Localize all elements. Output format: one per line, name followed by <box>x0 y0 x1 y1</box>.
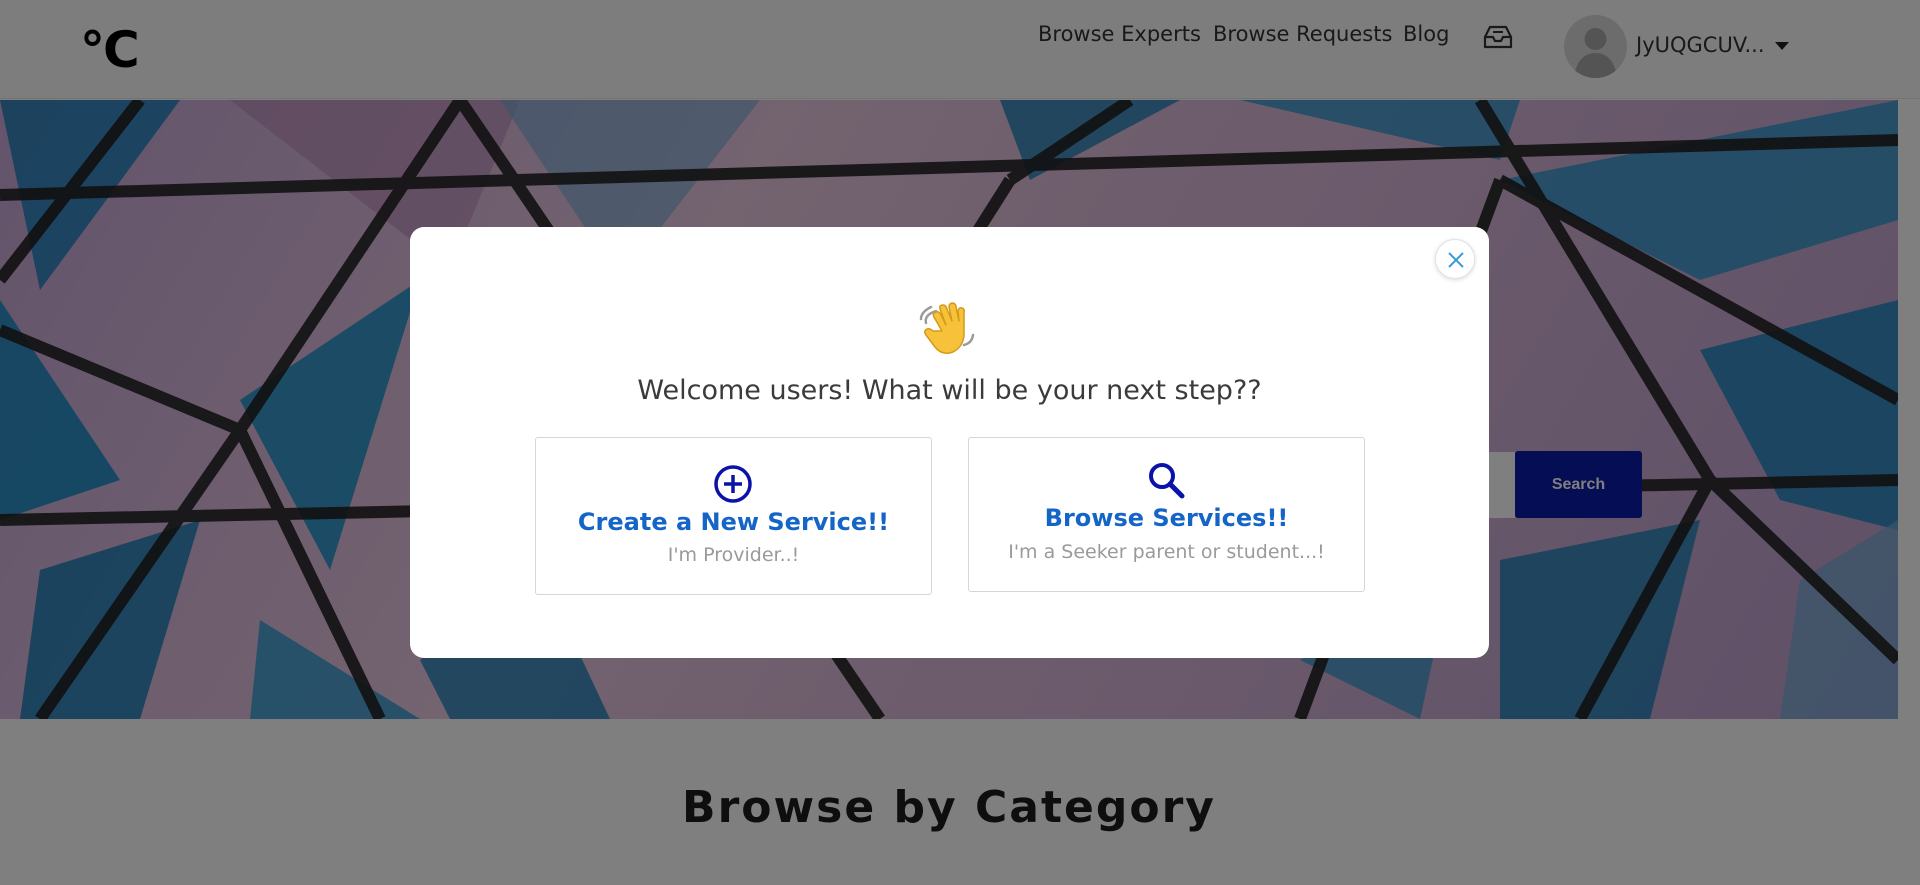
create-service-option[interactable]: Create a New Service!! I'm Provider..! <box>535 437 932 595</box>
browse-services-subtitle: I'm a Seeker parent or student...! <box>1008 541 1325 563</box>
modal-close-button[interactable] <box>1435 239 1475 279</box>
welcome-modal: Welcome users! What will be your next st… <box>410 227 1489 658</box>
waving-hand-icon <box>919 302 975 354</box>
browse-services-option[interactable]: Browse Services!! I'm a Seeker parent or… <box>968 437 1365 592</box>
create-service-title[interactable]: Create a New Service!! <box>536 508 931 536</box>
browse-services-title[interactable]: Browse Services!! <box>969 504 1364 532</box>
search-icon <box>1149 463 1185 499</box>
create-service-subtitle: I'm Provider..! <box>667 544 800 566</box>
close-icon <box>1448 252 1464 268</box>
plus-circle-icon <box>714 465 752 503</box>
page: °C Browse Experts Browse Requests Blog J… <box>0 0 1920 885</box>
modal-title: Welcome users! What will be your next st… <box>637 375 1262 406</box>
